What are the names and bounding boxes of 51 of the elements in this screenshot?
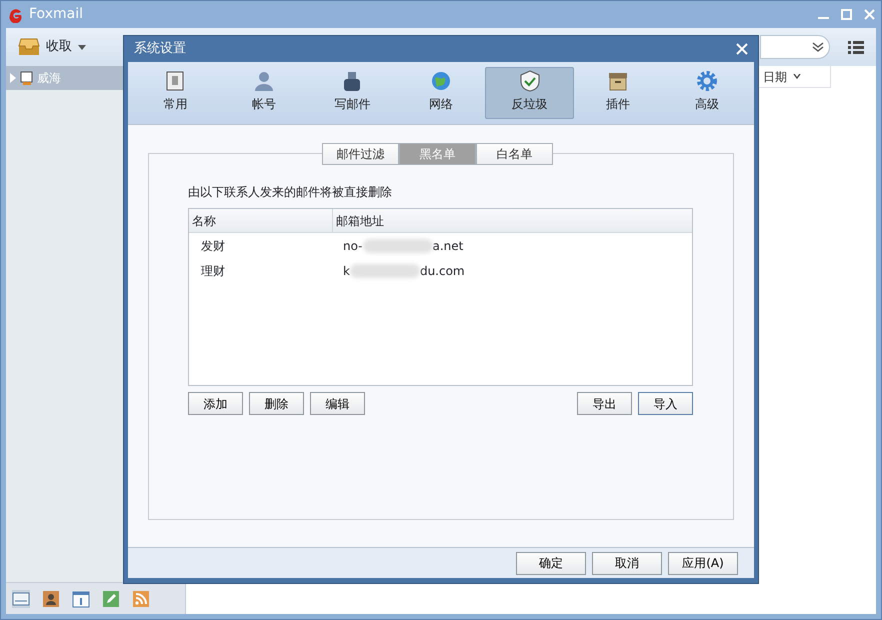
category-tab[interactable]: 帐号 — [220, 67, 308, 119]
person-icon — [252, 70, 275, 92]
shield-check-icon — [518, 70, 541, 92]
category-tab[interactable]: 高级 — [662, 67, 752, 119]
category-tab[interactable]: 反垃圾 — [485, 67, 574, 119]
contact-card-icon[interactable] — [42, 590, 60, 608]
action-button[interactable]: 删除 — [249, 392, 304, 415]
category-tab[interactable]: 写邮件 — [308, 67, 397, 119]
receive-button[interactable]: 收取 — [18, 37, 86, 57]
dialog-button[interactable]: 取消 — [592, 552, 662, 574]
dialog-title: 系统设置 — [134, 40, 186, 58]
description-text: 由以下联系人发来的邮件将被直接删除 — [188, 184, 393, 201]
table-cell-text: k du.com — [342, 262, 465, 280]
close-icon[interactable] — [864, 9, 875, 20]
category-tab[interactable]: 插件 — [574, 67, 662, 119]
column-header[interactable]: 邮箱地址 — [333, 209, 387, 232]
dialog-button[interactable]: 确定 — [516, 552, 586, 574]
chevron-down-icon[interactable] — [812, 42, 824, 52]
chevron-down-icon — [793, 74, 801, 79]
table-cell-text: 理财 — [200, 262, 226, 280]
calendar-icon[interactable] — [72, 590, 90, 608]
action-button[interactable]: 导入 — [638, 392, 693, 415]
table-cell-text: 发财 — [200, 238, 226, 254]
app-logo-icon — [7, 6, 23, 22]
settings-icon — [696, 70, 718, 92]
caret-right-icon — [9, 73, 17, 83]
column-header[interactable]: 名称 — [189, 209, 333, 232]
redaction-blur — [362, 238, 432, 252]
account-icon — [20, 71, 34, 85]
menu-icon[interactable] — [848, 40, 864, 54]
globe-icon — [430, 70, 452, 92]
category-tab[interactable]: 网络 — [396, 67, 486, 119]
table-cell-text: no- a.net — [342, 238, 464, 254]
sub-tab[interactable]: 邮件过滤 — [322, 143, 399, 165]
action-button[interactable]: 编辑 — [310, 392, 365, 415]
app-title: Foxmail — [29, 5, 83, 24]
pencil-note-icon[interactable] — [102, 590, 120, 608]
close-icon[interactable] — [736, 43, 748, 55]
storage-box-icon — [607, 70, 630, 92]
rss-icon[interactable] — [132, 590, 150, 608]
settings-panel-icon — [164, 70, 186, 92]
redaction-blur — [350, 264, 420, 278]
inbox-icon — [18, 38, 40, 56]
action-button[interactable]: 导出 — [577, 392, 632, 415]
maximize-icon[interactable] — [841, 9, 852, 20]
action-button[interactable]: 添加 — [188, 392, 243, 415]
search-field[interactable] — [760, 35, 830, 59]
dialog-button[interactable]: 应用(A) — [668, 552, 738, 574]
caret-icon — [78, 44, 86, 50]
sub-tab[interactable]: 白名单 — [476, 143, 553, 165]
mail-icon[interactable] — [12, 590, 30, 608]
